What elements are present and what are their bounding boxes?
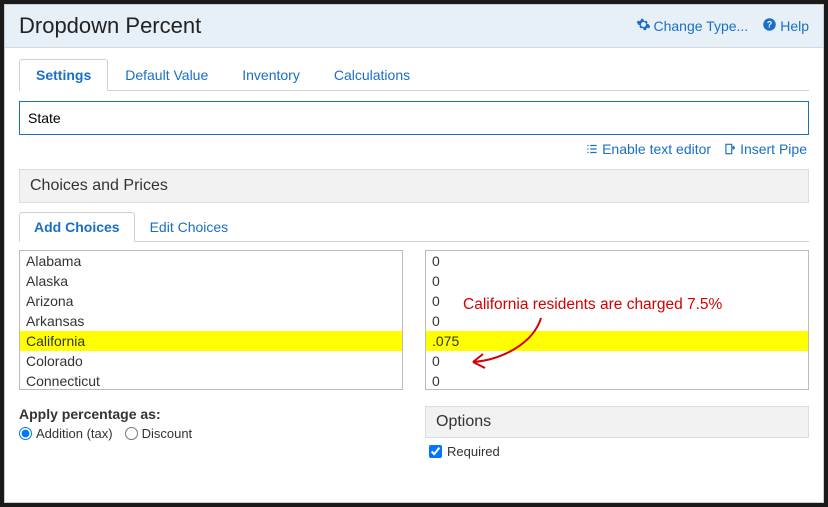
- export-icon: [723, 142, 737, 156]
- help-label: Help: [780, 18, 809, 34]
- list-item[interactable]: 0: [426, 251, 808, 271]
- list-item[interactable]: Arkansas: [20, 311, 402, 331]
- list-item[interactable]: Alaska: [20, 271, 402, 291]
- required-row[interactable]: Required: [425, 444, 809, 459]
- options-section: Options Required: [425, 406, 809, 459]
- field-name-input[interactable]: [19, 101, 809, 135]
- states-listbox[interactable]: AlabamaAlaskaArizonaArkansasCaliforniaCo…: [19, 250, 403, 390]
- list-item[interactable]: Arizona: [20, 291, 402, 311]
- list-item[interactable]: 0: [426, 311, 808, 331]
- values-listbox[interactable]: 0000.075000: [425, 250, 809, 390]
- radio-discount-input[interactable]: [125, 427, 138, 440]
- help-link[interactable]: ? Help: [762, 17, 809, 35]
- apply-label: Apply percentage as:: [19, 406, 403, 422]
- insert-pipe-label: Insert Pipe: [740, 141, 807, 157]
- radio-discount-label: Discount: [142, 426, 193, 441]
- options-title: Options: [425, 406, 809, 438]
- tab-default-value[interactable]: Default Value: [108, 59, 225, 91]
- header-actions: Change Type... ? Help: [636, 17, 810, 35]
- radio-discount[interactable]: Discount: [125, 426, 193, 441]
- input-actions: Enable text editor Insert Pipe: [19, 135, 809, 169]
- list-icon: [585, 142, 599, 156]
- subtab-add-choices[interactable]: Add Choices: [19, 212, 135, 242]
- gear-icon: [636, 17, 651, 35]
- choices-section-title: Choices and Prices: [19, 169, 809, 203]
- dialog-header: Dropdown Percent Change Type... ? Help: [5, 5, 823, 48]
- change-type-link[interactable]: Change Type...: [636, 17, 749, 35]
- dialog-title: Dropdown Percent: [19, 13, 201, 39]
- radio-addition[interactable]: Addition (tax): [19, 426, 113, 441]
- subtab-edit-choices[interactable]: Edit Choices: [135, 212, 244, 242]
- change-type-label: Change Type...: [654, 18, 749, 34]
- help-icon: ?: [762, 17, 777, 35]
- enable-text-editor-link[interactable]: Enable text editor: [585, 141, 711, 157]
- choices-columns: AlabamaAlaskaArizonaArkansasCaliforniaCo…: [19, 250, 809, 390]
- svg-text:?: ?: [767, 20, 772, 30]
- apply-radio-row: Addition (tax) Discount: [19, 426, 403, 441]
- list-item[interactable]: California: [20, 331, 402, 351]
- radio-addition-input[interactable]: [19, 427, 32, 440]
- bottom-row: Apply percentage as: Addition (tax) Disc…: [19, 406, 809, 459]
- insert-pipe-link[interactable]: Insert Pipe: [723, 141, 807, 157]
- apply-section: Apply percentage as: Addition (tax) Disc…: [19, 406, 403, 459]
- list-item[interactable]: Connecticut: [20, 371, 402, 390]
- list-item[interactable]: 0: [426, 271, 808, 291]
- list-item[interactable]: 0: [426, 291, 808, 311]
- list-item[interactable]: Colorado: [20, 351, 402, 371]
- required-checkbox[interactable]: [429, 445, 442, 458]
- enable-text-editor-label: Enable text editor: [602, 141, 711, 157]
- choices-subtabs: Add Choices Edit Choices: [19, 211, 809, 242]
- list-item[interactable]: 0: [426, 351, 808, 371]
- tab-settings[interactable]: Settings: [19, 59, 108, 91]
- list-item[interactable]: .075: [426, 331, 808, 351]
- main-tabs: Settings Default Value Inventory Calcula…: [19, 58, 809, 91]
- radio-addition-label: Addition (tax): [36, 426, 113, 441]
- list-item[interactable]: 0: [426, 371, 808, 390]
- main-panel[interactable]: Settings Default Value Inventory Calcula…: [5, 48, 823, 501]
- tab-calculations[interactable]: Calculations: [317, 59, 427, 91]
- dialog-window: Dropdown Percent Change Type... ? Help S…: [4, 4, 824, 503]
- required-label: Required: [447, 444, 500, 459]
- tab-inventory[interactable]: Inventory: [225, 59, 317, 91]
- list-item[interactable]: Alabama: [20, 251, 402, 271]
